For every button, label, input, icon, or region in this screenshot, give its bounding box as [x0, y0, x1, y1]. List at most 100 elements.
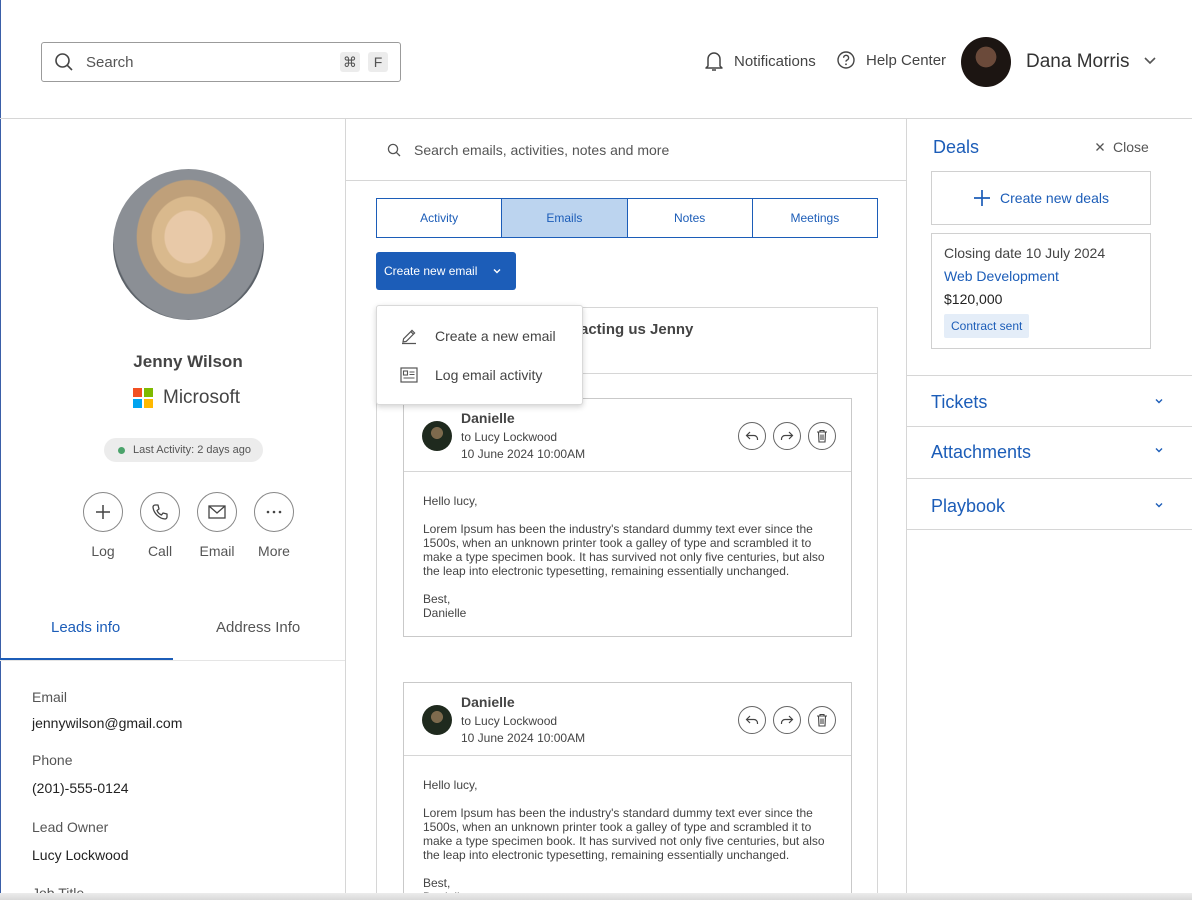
help-icon	[836, 50, 856, 70]
user-name[interactable]: Dana Morris	[1026, 51, 1129, 73]
activity-search-input[interactable]: Search emails, activities, notes and mor…	[346, 119, 906, 181]
menu-item-create-new-email[interactable]: Create a new email	[400, 327, 556, 345]
active-tab-indicator	[0, 658, 173, 660]
chevron-down-icon	[493, 268, 501, 274]
reply-button[interactable]	[738, 706, 766, 734]
email-body-text: Lorem Ipsum has been the industry's stan…	[423, 806, 825, 862]
tab-meetings[interactable]: Meetings	[753, 199, 877, 237]
activity-tabs: Activity Emails Notes Meetings	[376, 198, 878, 238]
tab-leads-info[interactable]: Leads info	[51, 619, 120, 636]
deal-amount: $120,000	[944, 291, 1003, 307]
call-action-button[interactable]: Call	[130, 492, 190, 559]
company: Microsoft	[133, 387, 240, 409]
create-new-email-button[interactable]: Create new email	[376, 252, 516, 290]
microsoft-logo-icon	[133, 388, 153, 408]
envelope-icon	[197, 492, 237, 532]
lead-owner-field-value: Lucy Lockwood	[32, 847, 129, 863]
help-center-button[interactable]: Help Center	[836, 50, 946, 70]
email-message-header: Danielle to Lucy Lockwood 10 June 2024 1…	[404, 683, 851, 756]
email-body: Hello lucy, Lorem Ipsum has been the ind…	[404, 756, 851, 900]
email-recipient: to Lucy Lockwood	[461, 714, 558, 728]
email-sender: Danielle	[461, 410, 515, 426]
deal-closing-date: Closing date 10 July 2024	[944, 245, 1106, 261]
sender-avatar	[422, 705, 452, 735]
tab-emails[interactable]: Emails	[502, 199, 628, 237]
menu-item-label: Create a new email	[435, 328, 556, 344]
more-dots-icon	[254, 492, 294, 532]
email-message-header: Danielle to Lucy Lockwood 10 June 2024 1…	[404, 399, 851, 472]
bottom-sheet-tab-bar	[0, 893, 1192, 900]
reply-icon	[745, 714, 759, 726]
menu-item-label: Log email activity	[435, 367, 543, 383]
help-center-label: Help Center	[866, 51, 947, 69]
forward-button[interactable]	[773, 706, 801, 734]
email-field-label: Email	[32, 689, 68, 705]
playbook-section-header[interactable]: Playbook	[907, 478, 1192, 530]
plus-icon	[973, 189, 991, 207]
lead-profile-panel: Jenny Wilson Microsoft Last Activity: 2 …	[0, 119, 346, 900]
f-key-badge: F	[368, 52, 388, 72]
menu-item-log-email-activity[interactable]: Log email activity	[400, 367, 542, 383]
close-button[interactable]: Close	[1095, 139, 1149, 155]
tickets-title: Tickets	[931, 392, 988, 412]
company-name: Microsoft	[163, 387, 241, 408]
activity-search-placeholder: Search emails, activities, notes and mor…	[414, 141, 670, 158]
email-action-label: Email	[199, 543, 235, 559]
log-action-button[interactable]: Log	[73, 492, 133, 559]
bell-icon	[704, 50, 724, 72]
create-new-email-label: Create new email	[384, 264, 478, 278]
top-header: Search ⌘ F Notifications Help Center Dan…	[0, 0, 1192, 119]
lead-owner-field-label: Lead Owner	[32, 819, 109, 835]
log-card-icon	[400, 367, 418, 383]
user-menu-chevron-icon[interactable]	[1143, 55, 1157, 65]
user-avatar[interactable]	[961, 37, 1011, 87]
tab-activity[interactable]: Activity	[377, 199, 503, 237]
deal-name-link[interactable]: Web Development	[944, 268, 1059, 284]
tickets-section-header[interactable]: Tickets	[907, 375, 1192, 427]
notifications-button[interactable]: Notifications	[704, 50, 816, 72]
notifications-label: Notifications	[734, 52, 816, 70]
deal-status-badge: Contract sent	[944, 314, 1030, 338]
profile-photo	[113, 169, 264, 320]
command-key-badge: ⌘	[340, 52, 360, 72]
tab-address-info[interactable]: Address Info	[216, 619, 300, 636]
last-activity-text: Last Activity: 2 days ago	[133, 444, 252, 456]
deal-card[interactable]: Closing date 10 July 2024 Web Developmen…	[931, 233, 1151, 349]
status-dot-icon	[118, 446, 125, 454]
reply-icon	[745, 430, 759, 442]
phone-field-label: Phone	[32, 752, 73, 768]
trash-icon	[816, 713, 828, 727]
email-signoff: Best,	[423, 876, 451, 890]
more-action-button[interactable]: More	[244, 492, 304, 559]
deals-sidebar: Deals Close Create new deals Closing dat…	[907, 119, 1192, 900]
email-field-value: jennywilson@gmail.com	[32, 715, 183, 731]
attachments-section-header[interactable]: Attachments	[907, 426, 1192, 478]
communication-panel: Search emails, activities, notes and mor…	[346, 119, 907, 900]
email-signature: Danielle	[423, 606, 467, 620]
tab-notes[interactable]: Notes	[628, 199, 753, 237]
reply-button[interactable]	[738, 422, 766, 450]
email-message: Danielle to Lucy Lockwood 10 June 2024 1…	[403, 398, 852, 637]
call-action-label: Call	[147, 543, 173, 559]
plus-icon	[83, 492, 123, 532]
close-icon	[1095, 142, 1105, 152]
create-new-deals-button[interactable]: Create new deals	[931, 171, 1151, 225]
delete-button[interactable]	[808, 422, 836, 450]
global-search-input[interactable]: Search ⌘ F	[41, 42, 401, 82]
close-label: Close	[1113, 139, 1149, 155]
forward-icon	[780, 430, 794, 442]
create-email-dropdown-menu: Create a new email Log email activity	[376, 305, 583, 405]
delete-button[interactable]	[808, 706, 836, 734]
log-action-label: Log	[91, 543, 115, 559]
email-recipient: to Lucy Lockwood	[461, 430, 558, 444]
thread-title: acting us Jenny	[580, 321, 694, 338]
chevron-down-icon	[1155, 398, 1163, 404]
chevron-down-icon	[1155, 447, 1163, 453]
forward-icon	[780, 714, 794, 726]
playbook-title: Playbook	[931, 496, 1006, 516]
attachments-title: Attachments	[931, 442, 1032, 462]
forward-button[interactable]	[773, 422, 801, 450]
email-sender: Danielle	[461, 694, 515, 710]
tab-divider	[0, 660, 345, 661]
email-action-button[interactable]: Email	[187, 492, 247, 559]
